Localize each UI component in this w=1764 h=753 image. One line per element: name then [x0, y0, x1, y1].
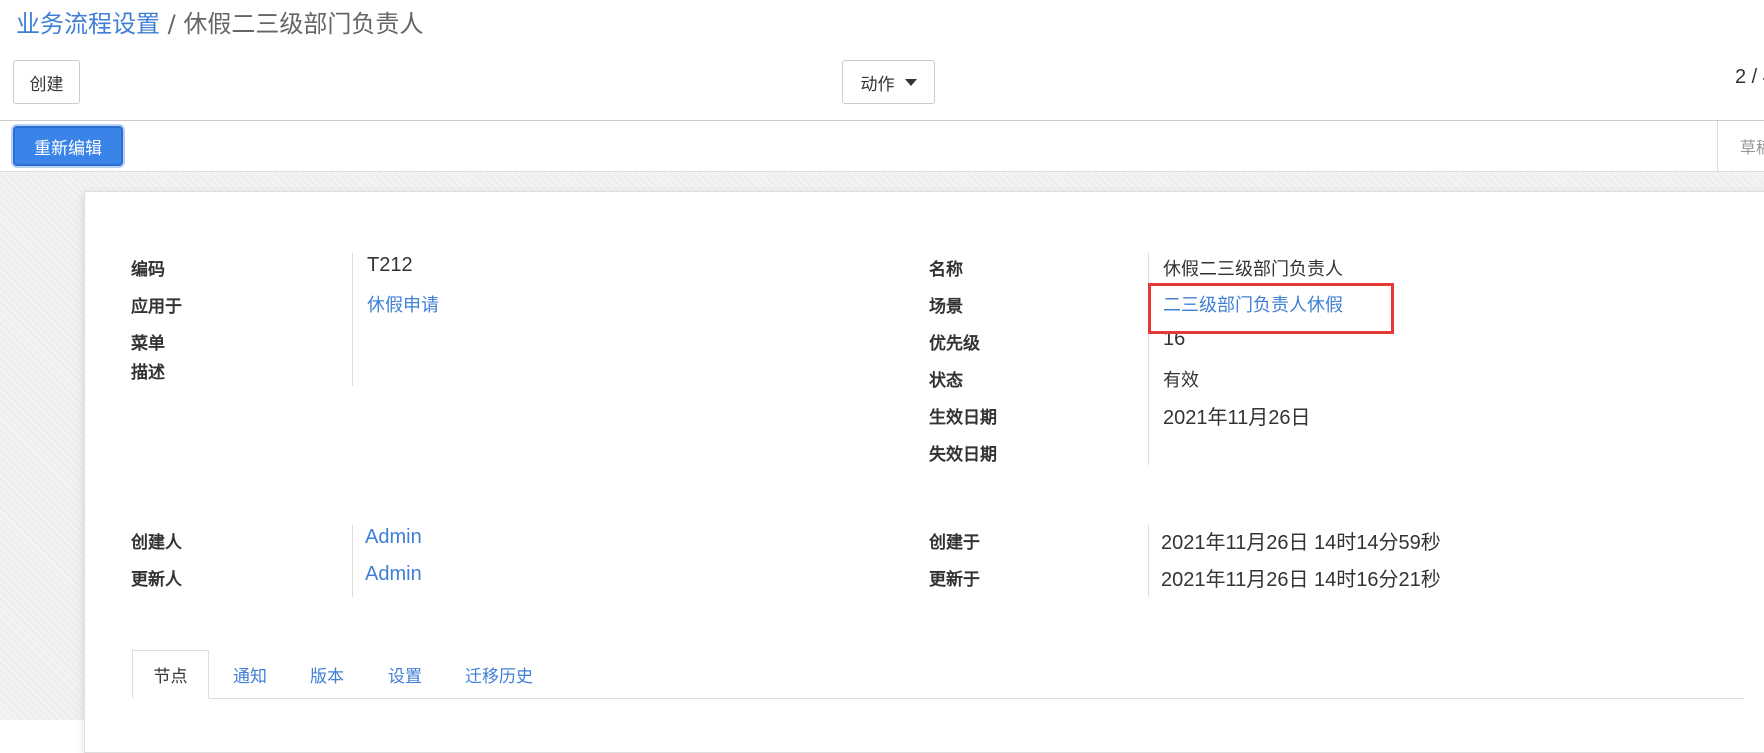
caret-down-icon	[904, 78, 917, 86]
code-label: 编码	[131, 260, 165, 280]
applies-to-label: 应用于	[131, 297, 182, 317]
create-button[interactable]: 创建	[13, 60, 80, 104]
created-at-value: 2021年11月26日 14时14分59秒	[1161, 532, 1441, 554]
pager-counter: 2 / 4	[1735, 66, 1764, 88]
status-bar: 重新编辑 草稿	[0, 120, 1764, 173]
breadcrumb-current: 休假二三级部门负责人	[183, 10, 424, 38]
audit-right-divider	[1148, 525, 1149, 597]
action-dropdown-button[interactable]: 动作	[842, 60, 935, 104]
updated-at-label: 更新于	[929, 570, 980, 590]
created-at-label: 创建于	[929, 533, 980, 553]
effective-date-value: 2021年11月26日	[1163, 407, 1311, 429]
expiry-date-label: 失效日期	[929, 445, 997, 465]
scene-highlight-box	[1148, 283, 1394, 334]
status-draft-label[interactable]: 草稿	[1740, 134, 1764, 158]
updated-at-value: 2021年11月26日 14时16分21秒	[1161, 569, 1441, 591]
breadcrumb-parent-link[interactable]: 业务流程设置	[16, 10, 160, 38]
code-value: T212	[367, 254, 413, 276]
created-by-label: 创建人	[131, 533, 182, 553]
name-label: 名称	[929, 260, 963, 280]
tab-settings[interactable]: 设置	[373, 650, 437, 698]
state-value: 有效	[1163, 370, 1199, 391]
updated-by-label: 更新人	[131, 570, 182, 590]
reedit-button[interactable]: 重新编辑	[13, 126, 123, 166]
tab-nodes[interactable]: 节点	[132, 650, 209, 699]
menu-label: 菜单	[131, 334, 165, 354]
effective-date-label: 生效日期	[929, 408, 997, 428]
breadcrumb-separator: /	[160, 10, 184, 38]
tab-migration-history[interactable]: 迁移历史	[450, 650, 548, 698]
tab-notifications[interactable]: 通知	[218, 650, 282, 698]
scene-label: 场景	[929, 297, 963, 317]
applies-to-link[interactable]: 休假申请	[367, 291, 439, 317]
audit-left-divider	[352, 525, 353, 597]
left-field-divider	[352, 253, 353, 386]
breadcrumb: 业务流程设置 / 休假二三级部门负责人	[16, 6, 423, 42]
status-divider	[1717, 121, 1718, 173]
created-by-link[interactable]: Admin	[365, 526, 422, 549]
tab-versions[interactable]: 版本	[295, 650, 359, 698]
action-label: 动作	[860, 74, 895, 95]
updated-by-link[interactable]: Admin	[365, 563, 422, 586]
name-value: 休假二三级部门负责人	[1163, 259, 1343, 280]
description-label: 描述	[131, 363, 165, 383]
state-label: 状态	[929, 371, 963, 391]
priority-label: 优先级	[929, 334, 980, 354]
tab-bar: 节点 通知 版本 设置 迁移历史	[132, 650, 1744, 699]
